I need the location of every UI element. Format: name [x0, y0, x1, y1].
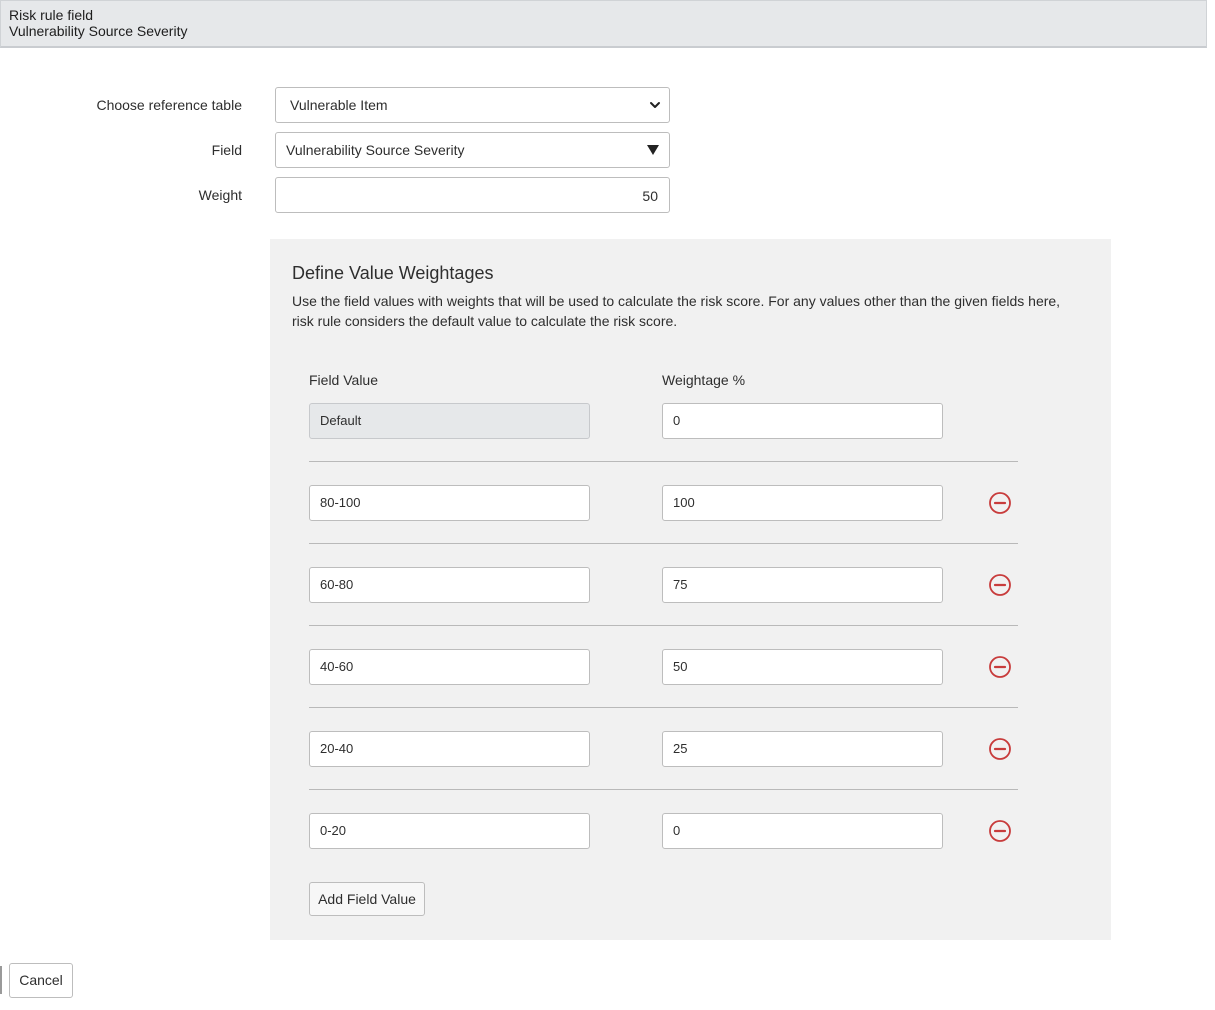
- field-row: Field Vulnerability Source Severity: [0, 132, 700, 168]
- cancel-button[interactable]: Cancel: [9, 963, 73, 998]
- weightage-text: 25: [673, 741, 688, 756]
- field-value-input[interactable]: 20-40: [309, 731, 590, 767]
- field-value-input[interactable]: 60-80: [309, 567, 590, 603]
- minus-circle-icon[interactable]: [988, 737, 1012, 761]
- default-weightage-input[interactable]: 0: [662, 403, 943, 439]
- weightage-input[interactable]: 100: [662, 485, 943, 521]
- row-divider: [309, 707, 1018, 708]
- panel-title: Define Value Weightages: [292, 263, 494, 283]
- reference-table-label: Choose reference table: [96, 97, 242, 113]
- field-value-input[interactable]: 40-60: [309, 649, 590, 685]
- weightage-text: 50: [673, 659, 688, 674]
- weightage-text: 75: [673, 577, 688, 592]
- minus-circle-icon[interactable]: [988, 819, 1012, 843]
- row-divider: [309, 625, 1018, 626]
- weightage-text: 100: [673, 495, 695, 510]
- field-reference-input[interactable]: Vulnerability Source Severity: [275, 132, 670, 168]
- weight-label: Weight: [198, 187, 242, 203]
- field-value-text: 40-60: [320, 659, 354, 674]
- row-divider: [309, 543, 1018, 544]
- add-field-value-button[interactable]: Add Field Value: [309, 882, 425, 916]
- field-value-text: 80-100: [320, 495, 361, 510]
- reference-table-row: Choose reference table Vulnerable Item: [0, 87, 700, 123]
- field-value-text: 20-40: [320, 741, 354, 756]
- header-title: Risk rule field: [9, 7, 94, 23]
- default-field-value-input: Default: [309, 403, 590, 439]
- minus-circle-icon[interactable]: [988, 491, 1012, 515]
- weight-input[interactable]: 50: [275, 177, 670, 213]
- reference-table-value: Vulnerable Item: [290, 97, 388, 113]
- weightage-input[interactable]: 0: [662, 813, 943, 849]
- field-value-text: 0-20: [320, 823, 347, 838]
- form-header: Risk rule field Vulnerability Source Sev…: [0, 0, 1207, 48]
- weightage-text: 0: [673, 823, 681, 838]
- chevron-down-icon: [650, 102, 660, 108]
- value-weightages-panel: Define Value Weightages Use the field va…: [270, 239, 1111, 940]
- field-value-text: 60-80: [320, 577, 354, 592]
- weight-value: 50: [642, 188, 658, 204]
- left-edge-divider: [0, 966, 2, 994]
- weightage-input[interactable]: 50: [662, 649, 943, 685]
- weight-row: Weight 50: [0, 177, 700, 213]
- reference-table-select[interactable]: Vulnerable Item: [275, 87, 670, 123]
- default-weightage-value: 0: [673, 413, 681, 428]
- minus-circle-icon[interactable]: [988, 573, 1012, 597]
- field-label: Field: [211, 142, 242, 158]
- triangle-down-icon[interactable]: [647, 145, 659, 155]
- field-value-column-header: Field Value: [309, 372, 379, 388]
- row-divider: [309, 461, 1018, 462]
- field-value: Vulnerability Source Severity: [286, 142, 465, 158]
- field-value-input[interactable]: 0-20: [309, 813, 590, 849]
- weightage-input[interactable]: 25: [662, 731, 943, 767]
- weightage-input[interactable]: 75: [662, 567, 943, 603]
- weightage-column-header: Weightage %: [662, 372, 746, 388]
- panel-description: Use the field values with weights that w…: [292, 293, 1061, 329]
- minus-circle-icon[interactable]: [988, 655, 1012, 679]
- field-value-input[interactable]: 80-100: [309, 485, 590, 521]
- row-divider: [309, 789, 1018, 790]
- header-subtitle: Vulnerability Source Severity: [9, 23, 188, 39]
- default-field-value: Default: [320, 413, 362, 428]
